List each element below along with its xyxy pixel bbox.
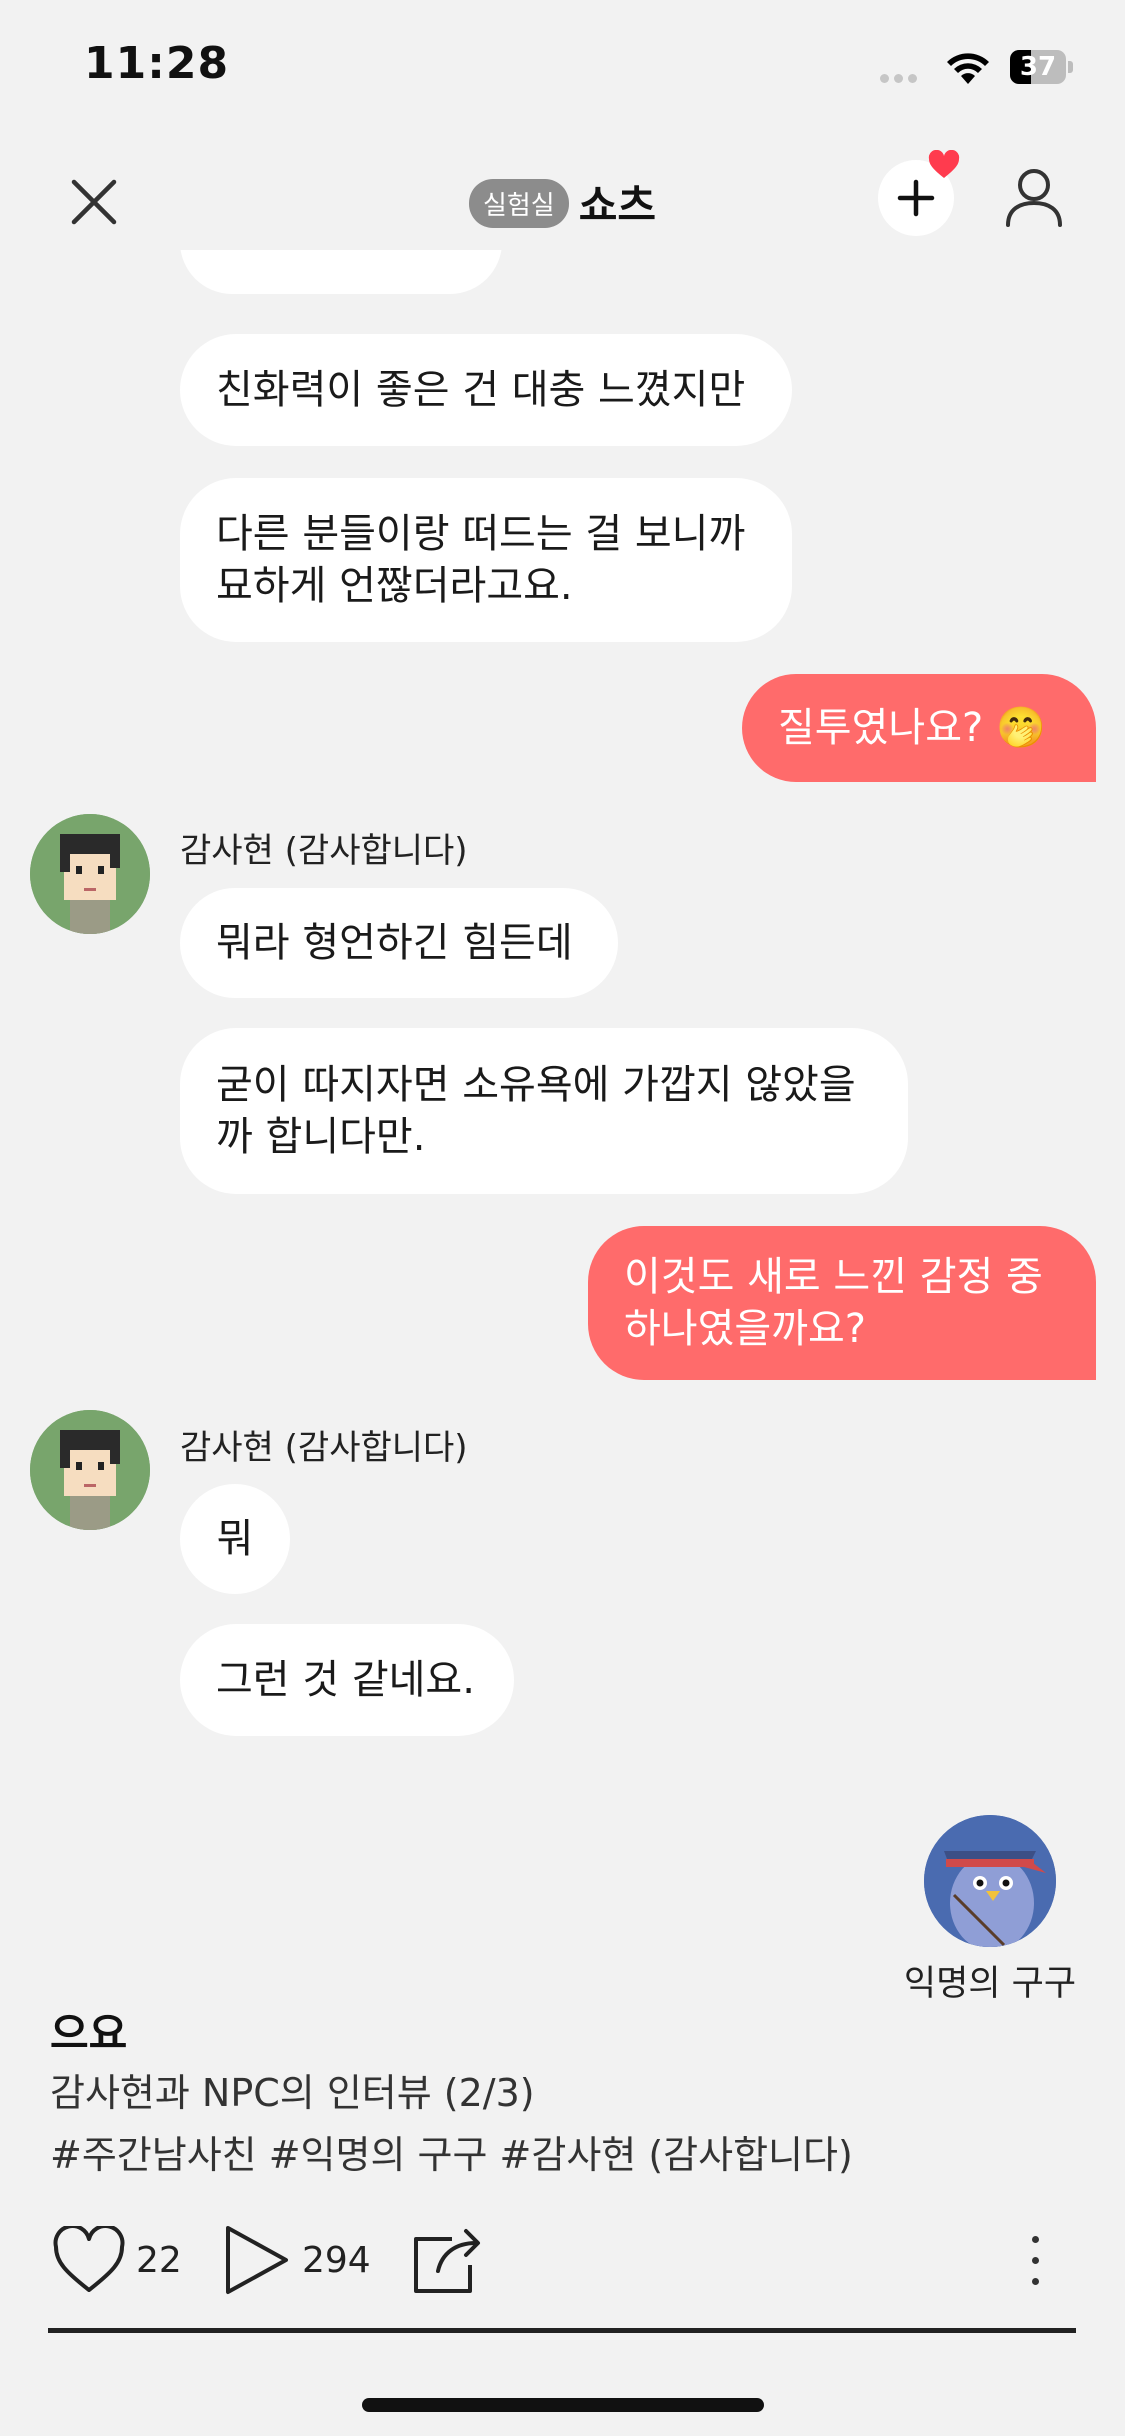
- top-nav: 실험실 쇼츠: [0, 150, 1125, 250]
- page-title-text: 쇼츠: [578, 181, 657, 230]
- avatar-image: [30, 1410, 150, 1530]
- status-bar: 11:28 37: [0, 0, 1125, 140]
- post-tags[interactable]: #주간남사친 #익명의 구구 #감사현 (감사합니다): [50, 2124, 853, 2179]
- more-options-button[interactable]: [1020, 2220, 1050, 2300]
- sender-name: 감사현 (감사합니다): [180, 1428, 468, 1468]
- like-button[interactable]: 22: [52, 2210, 182, 2310]
- add-button[interactable]: [878, 150, 960, 236]
- page-title: 실험실 쇼츠: [0, 172, 1125, 233]
- heart-notification-icon: [928, 150, 960, 178]
- lab-badge: 실험실: [468, 179, 569, 228]
- wifi-icon: [947, 53, 989, 84]
- like-count: 22: [136, 2239, 182, 2281]
- message-bubble: 그런 것 같네요.: [180, 1624, 514, 1736]
- message-bubble: 굳이 따지자면 소유욕에 가깝지 않았을까 합니다만.: [180, 1028, 908, 1194]
- message-text: 질투였나요? 🤭: [778, 705, 1046, 751]
- message-bubble: 뭐: [180, 1484, 290, 1594]
- share-icon: [414, 2229, 480, 2293]
- home-indicator[interactable]: [362, 2398, 764, 2412]
- message-text: 뭐라 형언하긴 힘든데: [216, 920, 573, 966]
- sender-name: 감사현 (감사합니다): [180, 831, 468, 871]
- user-icon: [1006, 169, 1062, 227]
- chat-area: ... 친화력이 좋은 건 대충 느꼈지만 다른 분들이랑 떠드는 걸 보니까 …: [0, 250, 1125, 1990]
- bird-avatar-image: [924, 1815, 1056, 1947]
- play-count: 294: [302, 2239, 371, 2281]
- sent-message-bubble: 이것도 새로 느낀 감정 중 하나였을까요?: [588, 1226, 1096, 1380]
- message-text: 뭐: [216, 1516, 254, 1562]
- share-button[interactable]: [412, 2210, 486, 2310]
- message-text: 굳이 따지자면 소유욕에 가깝지 않았을까 합니다만.: [216, 1062, 856, 1160]
- heart-icon: [53, 2226, 125, 2292]
- sent-message-bubble: 질투였나요? 🤭: [742, 674, 1096, 782]
- message-text: 다른 분들이랑 떠드는 걸 보니까 묘하게 언짢더라고요.: [216, 511, 746, 609]
- post-title: 으요: [50, 2009, 128, 2058]
- profile-button[interactable]: [1000, 162, 1068, 232]
- post-description: 감사현과 NPC의 인터뷰 (2/3): [50, 2071, 535, 2115]
- avatar[interactable]: [30, 1410, 150, 1530]
- playback-progress-bar[interactable]: [48, 2328, 1076, 2333]
- message-bubble: 뭐라 형언하긴 힘든데: [180, 888, 618, 998]
- user-avatar[interactable]: [924, 1815, 1056, 1947]
- message-text: 이것도 새로 느낀 감정 중 하나였을까요?: [624, 1254, 1043, 1352]
- message-text: 그런 것 같네요.: [216, 1657, 475, 1703]
- message-bubble: 친화력이 좋은 건 대충 느꼈지만: [180, 334, 792, 446]
- play-icon: [226, 2226, 288, 2294]
- battery-level: 37: [1019, 52, 1057, 82]
- battery-icon: 37: [1010, 50, 1073, 84]
- signal-icon: [880, 68, 922, 87]
- action-bar: 22 294: [0, 2210, 1125, 2320]
- avatar-image: [30, 814, 150, 934]
- message-text: 친화력이 좋은 건 대충 느꼈지만: [216, 367, 746, 413]
- status-time: 11:28: [84, 38, 230, 89]
- message-bubble: 다른 분들이랑 떠드는 걸 보니까 묘하게 언짢더라고요.: [180, 478, 792, 642]
- message-bubble-partial: ...: [180, 250, 502, 294]
- avatar[interactable]: [30, 814, 150, 934]
- user-name: 익명의 구구: [903, 1964, 1077, 2004]
- plus-icon: [897, 179, 935, 217]
- play-button[interactable]: 294: [222, 2210, 371, 2310]
